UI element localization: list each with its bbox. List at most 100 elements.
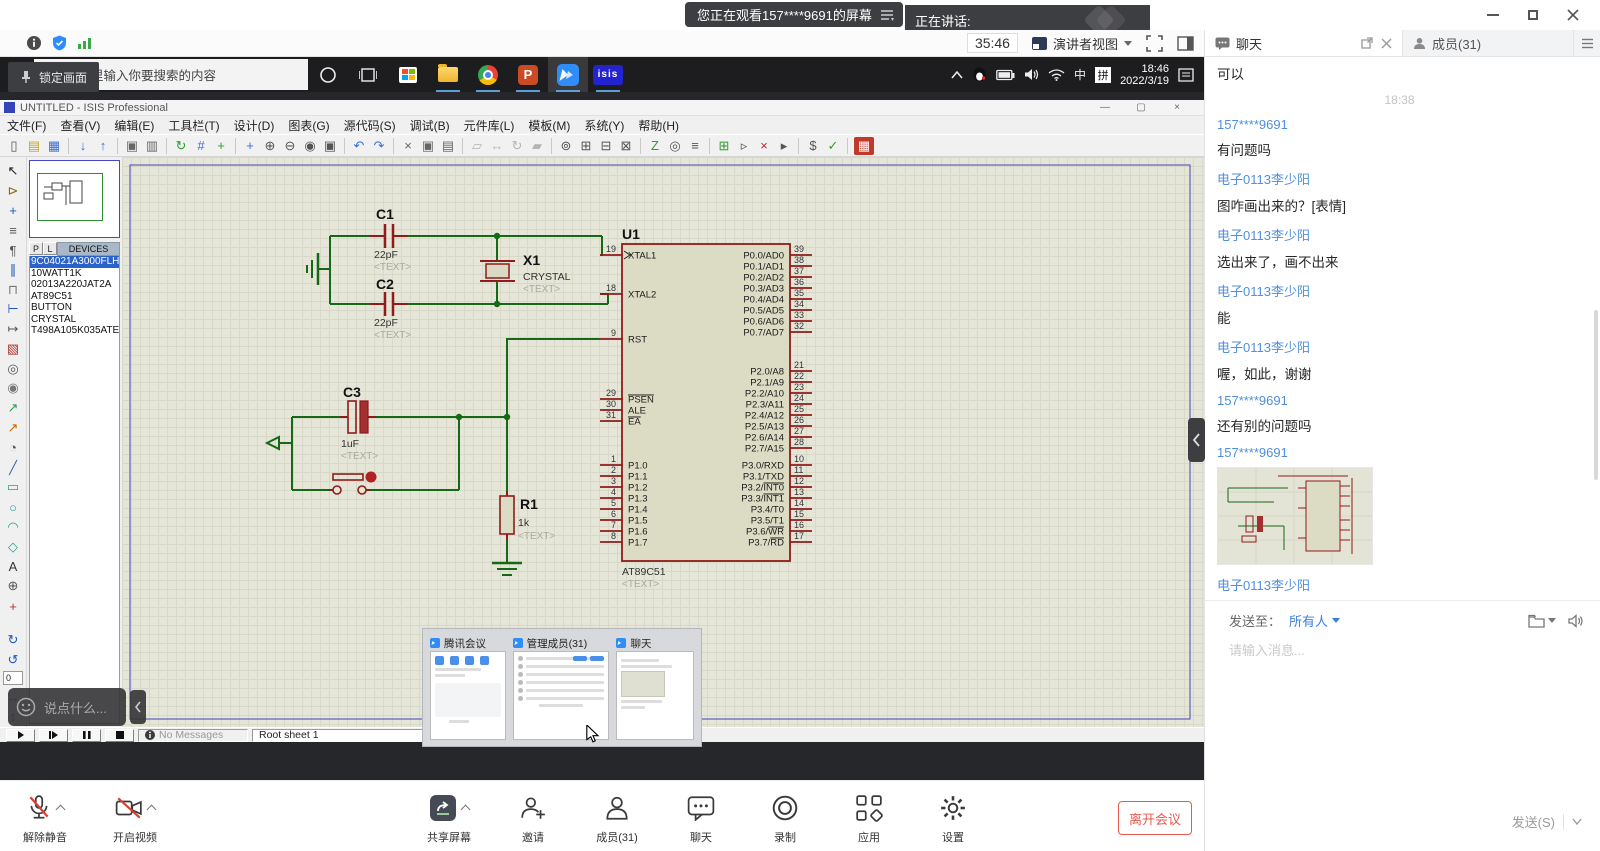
save-file-icon[interactable]: ▦ [44, 137, 64, 155]
device-item[interactable]: 10WATT1K [30, 268, 119, 280]
zoom-in-icon[interactable]: ⊕ [260, 137, 280, 155]
remove-sheet-icon[interactable]: × [754, 137, 774, 155]
menu-item-元件库(L)[interactable]: 元件库(L) [457, 117, 522, 134]
isis-minimize-button[interactable]: — [1098, 102, 1112, 113]
sim-step-button[interactable] [39, 729, 68, 742]
control-share[interactable]: 共享屏幕 [418, 789, 480, 845]
chat-input[interactable]: 请输入消息... [1205, 630, 1600, 669]
view-list-icon[interactable] [880, 8, 895, 22]
menu-item-编辑(E)[interactable]: 编辑(E) [107, 117, 161, 134]
design-explorer-icon[interactable]: ⊞ [714, 137, 734, 155]
mark-area-icon[interactable]: ▥ [142, 137, 162, 155]
generator-icon[interactable]: ◉ [3, 379, 24, 399]
side-panel-toggle-icon[interactable] [1177, 36, 1194, 51]
virtual-instruments-icon[interactable]: ◔ [3, 438, 24, 458]
control-members[interactable]: 成员(31) [586, 789, 648, 845]
isis-titlebar[interactable]: UNTITLED - ISIS Professional — ▢ × [0, 100, 1204, 116]
origin-icon[interactable]: + [211, 137, 231, 155]
block-copy-icon[interactable]: ▱ [467, 137, 487, 155]
device-item[interactable]: 02013A220JAT2A [30, 279, 119, 291]
menu-item-设计(D)[interactable]: 设计(D) [227, 117, 282, 134]
control-record[interactable]: 录制 [754, 789, 816, 845]
quick-chat-collapse-handle[interactable] [130, 690, 146, 724]
redraw-icon[interactable]: ↻ [171, 137, 191, 155]
capacitor-c2[interactable]: C2 22pF <TEXT> [370, 276, 411, 341]
device-item[interactable]: AT89C51 [30, 291, 119, 303]
close-button[interactable] [1560, 4, 1586, 26]
chat-message-list[interactable]: 可以18:38157****9691有问题吗电子0113李少阳图咋画出来的？[表… [1205, 57, 1594, 600]
new-file-icon[interactable]: ▯ [4, 137, 24, 155]
ares-netlist-icon[interactable]: ▦ [854, 137, 874, 155]
preview-thumbnail[interactable] [430, 651, 506, 740]
current-probe-icon[interactable]: ↗ [3, 418, 24, 438]
undo-icon[interactable]: ↶ [349, 137, 369, 155]
path-2d-icon[interactable]: ◇ [3, 537, 24, 557]
make-device-icon[interactable]: ⊞ [576, 137, 596, 155]
isis-close-button[interactable]: × [1170, 102, 1184, 113]
bom-icon[interactable]: $ [803, 137, 823, 155]
device-item[interactable]: 9C04021A3000FLHF3 [30, 256, 119, 268]
popout-icon[interactable] [1361, 37, 1373, 49]
box-2d-icon[interactable]: ▭ [3, 478, 24, 498]
security-shield-icon[interactable] [52, 35, 67, 51]
graph-mode-icon[interactable]: ▧ [3, 339, 24, 359]
volume-icon[interactable] [1024, 68, 1039, 81]
notification-center-icon[interactable] [1178, 68, 1194, 82]
junction-dot-icon[interactable]: + [3, 201, 24, 221]
redo-icon[interactable]: ↷ [369, 137, 389, 155]
device-item[interactable]: CRYSTAL [30, 314, 119, 326]
packaging-icon[interactable]: ⊟ [596, 137, 616, 155]
zoom-all-icon[interactable]: ◉ [300, 137, 320, 155]
sound-icon[interactable] [1568, 614, 1584, 628]
menu-item-工具栏(T)[interactable]: 工具栏(T) [161, 117, 226, 134]
message-image-thumbnail[interactable] [1217, 467, 1373, 565]
rotate-angle-field[interactable]: 0 [3, 671, 23, 685]
window-preview-3[interactable]: 聊天 [616, 635, 694, 740]
selection-pointer-icon[interactable]: ↖ [3, 161, 24, 181]
send-to-selector[interactable]: 所有人 [1289, 611, 1340, 630]
pin-screen-button[interactable]: 锁定画面 [8, 62, 99, 92]
sim-pause-button[interactable] [72, 729, 101, 742]
minimize-button[interactable] [1480, 4, 1506, 26]
goto-sheet-icon[interactable]: ▸ [774, 137, 794, 155]
print-icon[interactable]: ▣ [122, 137, 142, 155]
zoom-out-icon[interactable]: ⊖ [280, 137, 300, 155]
sim-play-button[interactable] [6, 729, 35, 742]
device-item[interactable]: BUTTON [30, 302, 119, 314]
arc-2d-icon[interactable]: ◠ [3, 517, 24, 537]
search-tag-icon[interactable]: ◎ [665, 137, 685, 155]
erc-icon[interactable]: ✓ [823, 137, 843, 155]
meeting-info-icon[interactable] [26, 35, 42, 51]
voltage-probe-icon[interactable]: ↗ [3, 398, 24, 418]
window-preview-1[interactable]: 腾讯会议 [430, 635, 506, 740]
pick-device-icon[interactable]: ⊚ [556, 137, 576, 155]
devices-l-button[interactable]: L [43, 242, 57, 255]
ime-indicator[interactable]: 拼 [1095, 67, 1111, 83]
menu-item-图表(G)[interactable]: 图表(G) [281, 117, 336, 134]
chat-panel-collapse-handle[interactable] [1188, 418, 1205, 462]
cortana-button[interactable] [308, 57, 348, 92]
decompose-icon[interactable]: ⊠ [616, 137, 636, 155]
device-pins-icon[interactable]: ↦ [3, 319, 24, 339]
capacitor-c1[interactable]: C1 22pF <TEXT> [370, 206, 411, 273]
control-settings[interactable]: 设置 [922, 789, 984, 845]
control-unmute[interactable]: 解除静音 [14, 789, 76, 845]
device-item[interactable]: T498A105K035ATE10K [30, 325, 119, 337]
circle-2d-icon[interactable]: ○ [3, 497, 24, 517]
terminals-icon[interactable]: ⊢ [3, 299, 24, 319]
control-invite[interactable]: 邀请 [502, 789, 564, 845]
taskbar-clock[interactable]: 18:462022/3/19 [1120, 63, 1169, 87]
devices-list[interactable]: 9C04021A3000FLHF310WATT1K02013A220JAT2AA… [29, 256, 120, 724]
control-camera[interactable]: 开启视频 [104, 789, 166, 845]
menu-item-源代码(S)[interactable]: 源代码(S) [337, 117, 403, 134]
taskbar-app-store[interactable] [388, 57, 428, 92]
text-script-icon[interactable]: ¶ [3, 240, 24, 260]
text-2d-icon[interactable]: A [3, 557, 24, 577]
chevron-up-icon[interactable] [461, 805, 471, 815]
chevron-up-icon[interactable] [56, 805, 66, 815]
menu-item-查看(V)[interactable]: 查看(V) [53, 117, 107, 134]
send-file-button[interactable] [1528, 614, 1556, 628]
send-options-icon[interactable] [1572, 818, 1582, 825]
crystal-x1[interactable]: X1 CRYSTAL <TEXT> [480, 252, 571, 295]
block-move-icon[interactable]: ↔ [487, 137, 507, 155]
